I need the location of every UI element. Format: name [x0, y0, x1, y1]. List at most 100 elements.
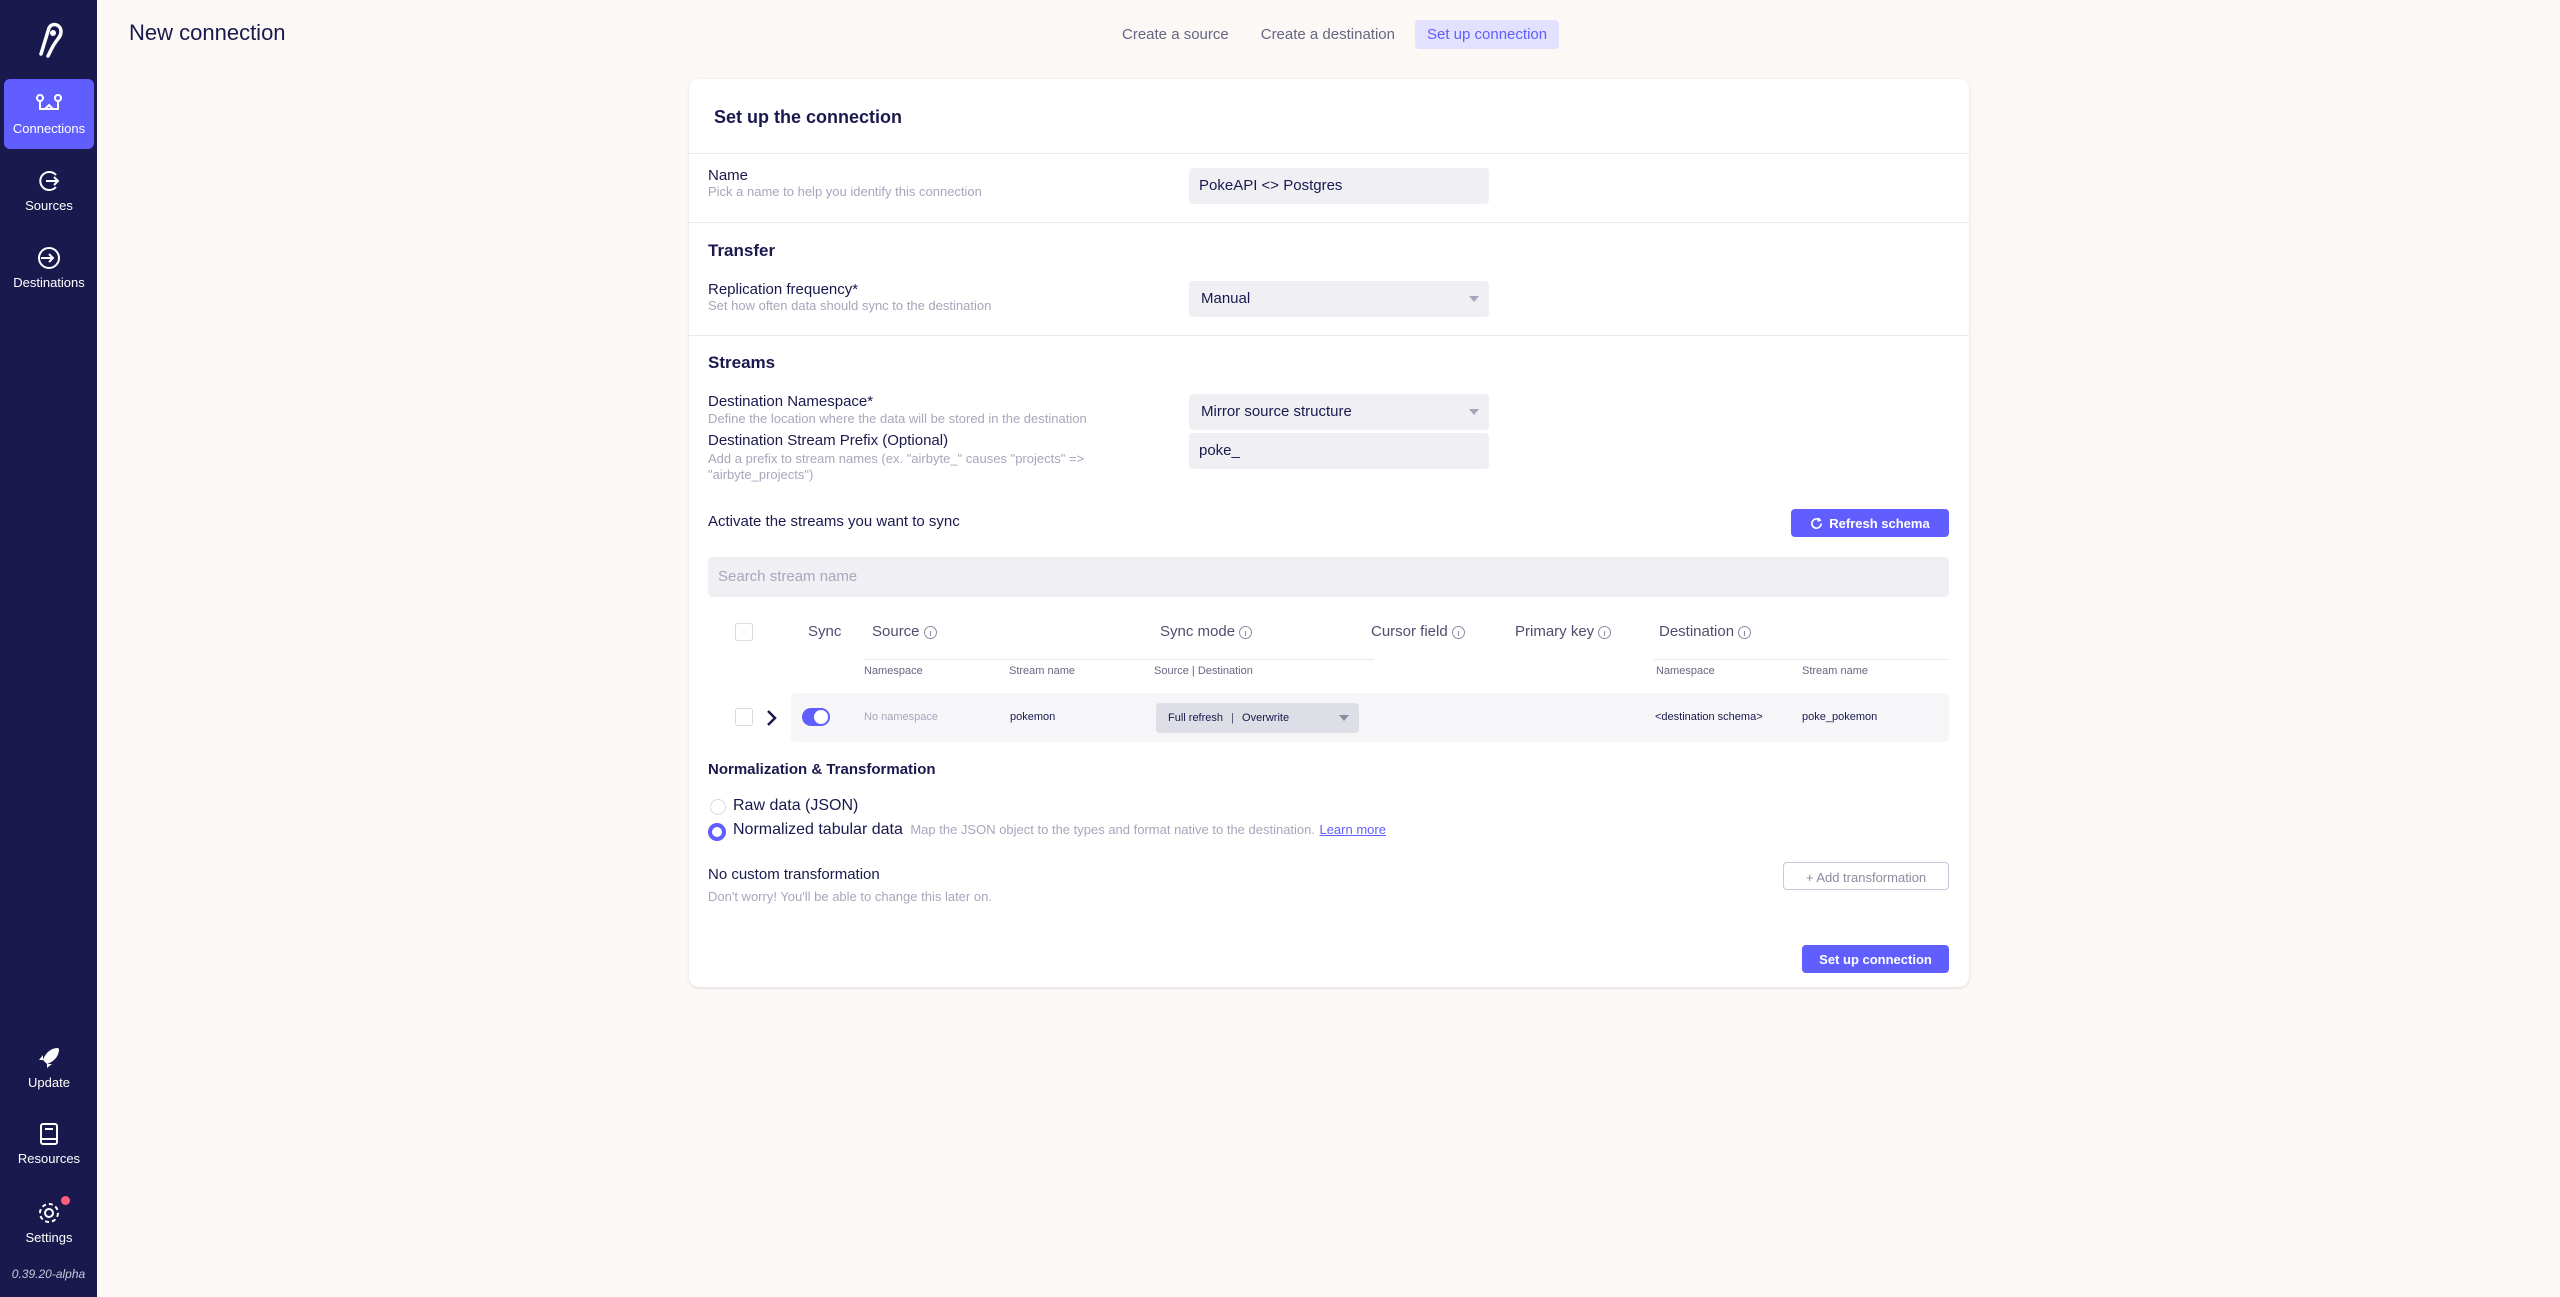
- nav-settings-label: Settings: [25, 1230, 73, 1245]
- nav-update-label: Update: [28, 1075, 70, 1090]
- no-custom-transformation-title: No custom transformation: [708, 866, 880, 883]
- prefix-label: Destination Stream Prefix (Optional): [708, 432, 949, 449]
- raw-data-label[interactable]: Raw data (JSON): [733, 797, 858, 815]
- nav-resources[interactable]: Resources: [4, 1109, 94, 1179]
- no-custom-transformation-help: Don't worry! You'll be able to change th…: [708, 889, 992, 904]
- page-title: New connection: [129, 20, 286, 45]
- sync-mode-source: Full refresh: [1168, 712, 1224, 724]
- namespace-value: Mirror source structure: [1201, 403, 1352, 420]
- rocket-icon: [39, 1048, 59, 1068]
- chevron-right-icon[interactable]: [765, 709, 777, 727]
- nav-sources[interactable]: Sources: [4, 156, 94, 226]
- nav-resources-label: Resources: [17, 1151, 81, 1166]
- prefix-help-line1: Add a prefix to stream names (ex. "airby…: [708, 451, 1085, 466]
- header-cursor-field: Cursor field: [1371, 623, 1465, 640]
- row-destination-namespace: <destination schema>: [1655, 711, 1763, 723]
- setup-connection-button[interactable]: Set up connection: [1802, 945, 1949, 973]
- nav-sources-label: Sources: [25, 198, 73, 213]
- transfer-title: Transfer: [708, 241, 776, 260]
- version-label: 0.39.20-alpha: [11, 1267, 86, 1281]
- info-icon[interactable]: [923, 625, 937, 639]
- replication-frequency-help: Set how often data should sync to the de…: [708, 298, 992, 313]
- refresh-schema-button[interactable]: Refresh schema: [1791, 509, 1949, 537]
- stream-search-input[interactable]: Search stream name: [708, 557, 1949, 597]
- step-indicator: Create a source Create a destination Set…: [1110, 20, 1560, 49]
- header-divider: [1654, 659, 1949, 660]
- step-create-destination[interactable]: Create a destination: [1249, 20, 1407, 49]
- subheader-destination-namespace: Namespace: [1656, 665, 1715, 677]
- nav-destinations-label: Destinations: [13, 275, 85, 290]
- transfer-section: Transfer Replication frequency* Set how …: [689, 223, 1969, 336]
- chevron-down-icon: [1469, 296, 1479, 302]
- sidebar: Connections Sources Destinations Update …: [0, 0, 97, 1297]
- sync-toggle[interactable]: [802, 708, 830, 726]
- nav-destinations[interactable]: Destinations: [4, 233, 94, 303]
- namespace-help: Define the location where the data will …: [708, 411, 1087, 426]
- normalized-data-option: Normalized tabular data Map the JSON obj…: [733, 821, 1386, 839]
- row-source-stream: pokemon: [1010, 711, 1056, 723]
- sync-mode-separator: |: [1231, 712, 1234, 724]
- header-source: Source: [872, 623, 937, 640]
- subheader-sync-mode: Source | Destination: [1154, 665, 1253, 677]
- nav-update[interactable]: Update: [4, 1033, 94, 1103]
- subheader-source-namespace: Namespace: [864, 665, 923, 677]
- card-title: Set up the connection: [689, 79, 1969, 154]
- normalized-data-description: Map the JSON object to the types and for…: [910, 822, 1316, 837]
- name-help: Pick a name to help you identify this co…: [708, 184, 982, 199]
- activate-streams-label: Activate the streams you want to sync: [708, 513, 960, 530]
- name-section: Name Pick a name to help you identify th…: [689, 154, 1969, 223]
- notification-dot: [61, 1196, 70, 1205]
- header-divider: [864, 659, 1374, 660]
- nav-settings[interactable]: Settings: [4, 1188, 94, 1258]
- streams-title: Streams: [708, 353, 776, 372]
- sync-mode-destination: Overwrite: [1242, 712, 1290, 724]
- step-setup-connection[interactable]: Set up connection: [1415, 20, 1560, 49]
- row-checkbox[interactable]: [735, 708, 753, 726]
- destinations-icon: [38, 247, 60, 269]
- info-icon[interactable]: [1598, 625, 1612, 639]
- nav-connections-label: Connections: [12, 121, 86, 136]
- toggle-knob: [814, 710, 828, 724]
- subheader-destination-stream: Stream name: [1802, 665, 1869, 677]
- connection-form-card: Set up the connection Name Pick a name t…: [689, 79, 1969, 987]
- raw-data-radio[interactable]: [710, 799, 726, 815]
- add-transformation-button[interactable]: + Add transformation: [1783, 862, 1949, 890]
- header-sync: Sync: [808, 623, 842, 640]
- row-destination-stream: poke_pokemon: [1802, 711, 1878, 723]
- replication-frequency-label: Replication frequency*: [708, 281, 859, 298]
- book-icon: [40, 1123, 58, 1145]
- header-sync-mode: Sync mode: [1160, 623, 1253, 640]
- prefix-help-line2: "airbyte_projects"): [708, 467, 814, 482]
- chevron-down-icon: [1469, 409, 1479, 415]
- name-input[interactable]: PokeAPI <> Postgres: [1189, 168, 1489, 204]
- info-icon[interactable]: [1738, 625, 1752, 639]
- replication-frequency-select[interactable]: Manual: [1189, 281, 1489, 317]
- step-create-source[interactable]: Create a source: [1110, 20, 1241, 49]
- info-icon[interactable]: [1239, 625, 1253, 639]
- refresh-schema-label: Refresh schema: [1829, 516, 1930, 531]
- namespace-label: Destination Namespace*: [708, 393, 874, 410]
- header-destination: Destination: [1659, 623, 1752, 640]
- airbyte-logo-icon[interactable]: [31, 20, 67, 60]
- table-row: No namespace pokemon Full refresh | Over…: [791, 693, 1949, 742]
- select-all-checkbox[interactable]: [735, 623, 753, 641]
- namespace-select[interactable]: Mirror source structure: [1189, 394, 1489, 430]
- header-primary-key: Primary key: [1515, 623, 1612, 640]
- learn-more-link[interactable]: Learn more: [1319, 822, 1385, 837]
- normalized-data-radio[interactable]: [708, 823, 726, 841]
- prefix-input[interactable]: poke_: [1189, 433, 1489, 469]
- subheader-source-stream: Stream name: [1009, 665, 1076, 677]
- nav-connections[interactable]: Connections: [4, 79, 94, 149]
- info-icon[interactable]: [1451, 625, 1465, 639]
- name-label: Name: [708, 167, 749, 184]
- connections-icon: [36, 94, 62, 110]
- sources-icon: [39, 171, 60, 191]
- row-source-namespace: No namespace: [864, 711, 938, 723]
- normalization-title: Normalization & Transformation: [708, 761, 936, 778]
- normalized-data-label[interactable]: Normalized tabular data: [733, 821, 903, 838]
- chevron-down-icon: [1339, 715, 1349, 721]
- sync-mode-dropdown[interactable]: Full refresh | Overwrite: [1156, 703, 1359, 733]
- replication-frequency-value: Manual: [1201, 290, 1251, 307]
- gear-icon: [39, 1203, 59, 1223]
- refresh-icon: [1811, 517, 1823, 529]
